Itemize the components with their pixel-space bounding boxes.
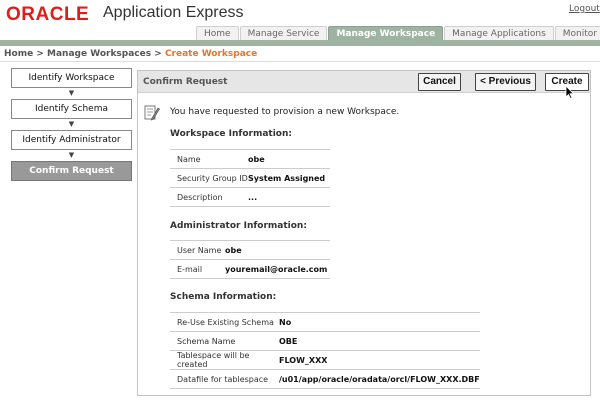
field-label: E-mail [177, 264, 203, 274]
table-row: User Name obe [170, 241, 330, 260]
breadcrumb-separator: > [36, 49, 44, 59]
tab-bar: Home Manage Service Manage Workspace Man… [196, 26, 600, 40]
admin-info-heading: Administrator Information: [170, 221, 307, 231]
table-row: Re-Use Existing Schema No [170, 313, 480, 332]
table-row: E-mail youremail@oracle.com [170, 260, 330, 279]
field-value: /u01/app/oracle/oradata/orcl/FLOW_XXX.DB… [279, 374, 480, 384]
table-row: Name obe [170, 150, 330, 169]
field-label: User Name [177, 245, 222, 255]
logout-link[interactable]: Logout [569, 4, 600, 14]
breadcrumb-current: Create Workspace [164, 49, 258, 59]
previous-button[interactable]: < Previous [475, 73, 536, 91]
field-label: Datafile for tablespace [177, 374, 269, 384]
down-arrow-icon: ▼ [68, 89, 75, 97]
table-row: Tablespace will be created FLOW_XXX [170, 351, 480, 370]
wizard-step-confirm-request: Confirm Request [11, 161, 132, 181]
wizard-step-identify-administrator: Identify Administrator [11, 130, 132, 150]
field-value: No [279, 317, 292, 327]
table-row: Security Group ID System Assigned [170, 169, 330, 188]
wizard-progress: Identify Workspace ▼ Identify Schema ▼ I… [11, 68, 132, 181]
field-label: Name [177, 154, 201, 164]
oracle-logo: ORACLE [6, 4, 90, 25]
admin-info-table: User Name obe E-mail youremail@oracle.co… [170, 240, 330, 279]
field-label: Tablespace will be created [177, 351, 250, 369]
field-value: ... [248, 192, 258, 202]
workspace-info-table: Name obe Security Group ID System Assign… [170, 149, 330, 207]
intro-text: You have requested to provision a new Wo… [170, 107, 400, 117]
schema-info-table: Re-Use Existing Schema No Schema Name OB… [170, 312, 480, 389]
tab-monitor-activity[interactable]: Monitor Activ [554, 26, 600, 40]
table-row: Schema Name OBE [170, 332, 480, 351]
confirm-request-region: Confirm Request Cancel < Previous Create… [137, 70, 591, 396]
down-arrow-icon: ▼ [68, 151, 75, 159]
region-header: Confirm Request Cancel < Previous Create [138, 71, 590, 100]
field-value: OBE [279, 336, 298, 346]
region-title: Confirm Request [143, 77, 228, 87]
breadcrumb-divider [0, 61, 600, 62]
document-edit-icon [144, 104, 160, 122]
field-value: obe [248, 154, 265, 164]
tab-manage-service[interactable]: Manage Service [239, 26, 328, 40]
tab-manage-workspace[interactable]: Manage Workspace [328, 26, 444, 40]
field-label: Security Group ID [177, 173, 248, 183]
field-value: youremail@oracle.com [225, 264, 328, 274]
breadcrumb-home[interactable]: Home [4, 49, 33, 59]
tab-manage-applications[interactable]: Manage Applications [444, 26, 554, 40]
table-row: Description ... [170, 188, 330, 207]
field-value: System Assigned [248, 173, 326, 183]
mouse-cursor-icon [565, 85, 575, 102]
down-arrow-icon: ▼ [68, 120, 75, 128]
wizard-step-identify-workspace: Identify Workspace [11, 68, 132, 88]
breadcrumb-manage-workspaces[interactable]: Manage Workspaces [47, 49, 151, 59]
app-title: Application Express [103, 4, 244, 21]
cancel-button[interactable]: Cancel [418, 73, 461, 91]
schema-info-heading: Schema Information: [170, 292, 277, 302]
tab-bar-underline [0, 40, 600, 46]
field-value: obe [225, 245, 242, 255]
breadcrumb: Home > Manage Workspaces > Create Worksp… [4, 49, 257, 59]
breadcrumb-separator: > [154, 49, 162, 59]
tab-home[interactable]: Home [196, 26, 239, 40]
field-label: Description [177, 192, 223, 202]
field-value: FLOW_XXX [279, 355, 328, 365]
workspace-info-heading: Workspace Information: [170, 129, 292, 139]
wizard-step-identify-schema: Identify Schema [11, 99, 132, 119]
table-row: Datafile for tablespace /u01/app/oracle/… [170, 370, 480, 389]
field-label: Re-Use Existing Schema [177, 317, 274, 327]
header: ORACLE Application Express Logout Home M… [0, 0, 600, 40]
field-label: Schema Name [177, 336, 236, 346]
